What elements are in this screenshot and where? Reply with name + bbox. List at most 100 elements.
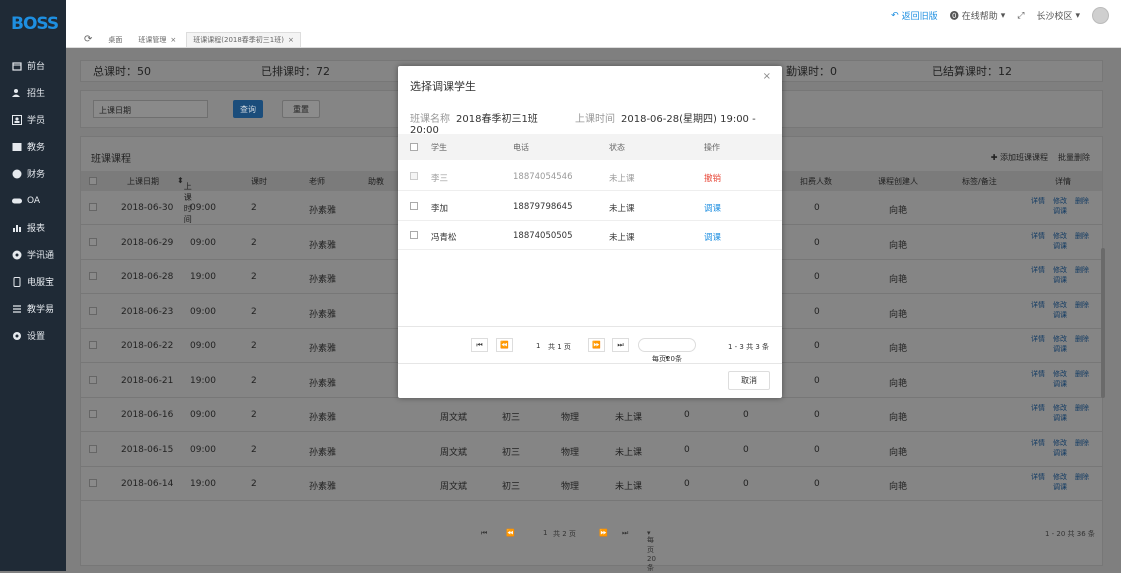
first-page-icon[interactable]: ⏮	[471, 338, 488, 352]
edit-link[interactable]: 修改	[1053, 196, 1067, 206]
edit-link[interactable]: 修改	[1053, 334, 1067, 344]
detail-link[interactable]: 详情	[1031, 334, 1045, 344]
adjust-link[interactable]: 调课	[1053, 275, 1067, 285]
date-input[interactable]: 上课日期	[93, 100, 208, 118]
row-checkbox[interactable]	[89, 410, 97, 418]
next-page-icon[interactable]: ⏩	[588, 338, 605, 352]
adjust-link[interactable]: 调课	[704, 202, 721, 214]
cancel-button[interactable]: 取消	[728, 371, 770, 390]
last-page-icon[interactable]: ⏭	[612, 338, 629, 352]
edit-link[interactable]: 修改	[1053, 265, 1067, 275]
edit-link[interactable]: 修改	[1053, 438, 1067, 448]
sidebar-item-dianfubao[interactable]: 电服宝	[0, 268, 66, 295]
sidebar-item-reports[interactable]: 报表	[0, 214, 66, 241]
detail-link[interactable]: 详情	[1031, 403, 1045, 413]
tab-class-courses[interactable]: 班课课程(2018春季初三1班) ×	[186, 32, 301, 47]
row-checkbox[interactable]	[89, 341, 97, 349]
student-status: 未上课	[609, 204, 635, 214]
adjust-link[interactable]: 调课	[1053, 310, 1067, 320]
add-course-button[interactable]: ✚ 添加班课课程	[991, 152, 1048, 163]
row-checkbox[interactable]	[410, 202, 418, 210]
edit-link[interactable]: 修改	[1053, 300, 1067, 310]
delete-link[interactable]: 删除	[1075, 403, 1089, 413]
avatar[interactable]	[1092, 7, 1109, 24]
first-page-icon[interactable]: ⏮	[481, 529, 487, 538]
delete-link[interactable]: 删除	[1075, 300, 1089, 310]
row-checkbox[interactable]	[89, 306, 97, 315]
edit-link[interactable]: 修改	[1053, 231, 1067, 241]
sidebar-item-enroll[interactable]: 招生	[0, 79, 66, 106]
sidebar-item-label: 教学易	[27, 305, 55, 315]
row-checkbox[interactable]	[89, 237, 97, 246]
page-number[interactable]: 1	[543, 529, 547, 537]
adjust-link[interactable]: 调课	[1053, 379, 1067, 389]
delete-link[interactable]: 删除	[1075, 265, 1089, 275]
sidebar-item-frontdesk[interactable]: 前台	[0, 52, 66, 79]
row-checkbox[interactable]	[89, 444, 97, 453]
detail-link[interactable]: 详情	[1031, 265, 1045, 275]
tab-desktop[interactable]: 桌面	[102, 33, 128, 47]
per-page-select[interactable]: 每页20条 ▾	[647, 529, 656, 572]
detail-link[interactable]: 详情	[1031, 472, 1045, 482]
modal-select-all-checkbox[interactable]	[410, 143, 418, 151]
sidebar-item-xuexuntong[interactable]: 学讯通	[0, 241, 66, 268]
delete-link[interactable]: 删除	[1075, 438, 1089, 448]
adjust-link[interactable]: 调课	[704, 231, 721, 243]
per-page-select[interactable]: 每页20条 ▾	[638, 338, 696, 363]
detail-link[interactable]: 详情	[1031, 196, 1045, 206]
detail-link[interactable]: 详情	[1031, 438, 1045, 448]
refresh-icon[interactable]: ⟳	[78, 32, 98, 47]
adjust-link[interactable]: 调课	[1053, 413, 1067, 423]
row-checkbox[interactable]	[89, 479, 97, 487]
adjust-link[interactable]: 调课	[1053, 344, 1067, 354]
batch-delete-button[interactable]: 批量删除	[1058, 152, 1090, 163]
adjust-link[interactable]: 调课	[1053, 206, 1067, 216]
edit-link[interactable]: 修改	[1053, 369, 1067, 379]
row-checkbox[interactable]	[89, 203, 97, 211]
adjust-link[interactable]: 调课	[1053, 241, 1067, 251]
edit-link[interactable]: 修改	[1053, 472, 1067, 482]
close-icon[interactable]: ×	[763, 71, 771, 82]
revoke-link[interactable]: 撤销	[704, 172, 721, 184]
query-button[interactable]: 查询	[233, 100, 263, 118]
header-time[interactable]: ⬍ 上课时间	[177, 176, 192, 224]
cell-teacher: 孙素雅	[309, 378, 337, 389]
prev-page-icon[interactable]: ⏪	[506, 529, 515, 537]
next-page-icon[interactable]: ⏩	[599, 529, 608, 537]
delete-link[interactable]: 删除	[1075, 231, 1089, 241]
online-help-menu[interactable]: ⓿ 在线帮助 ▾	[950, 9, 1006, 23]
sidebar-item-label: 报表	[27, 224, 46, 234]
adjust-link[interactable]: 调课	[1053, 482, 1067, 492]
close-icon[interactable]: ×	[170, 36, 176, 44]
sidebar-item-jiaoxueyi[interactable]: 教学易	[0, 295, 66, 322]
detail-link[interactable]: 详情	[1031, 300, 1045, 310]
adjust-link[interactable]: 调课	[1053, 448, 1067, 458]
reset-button[interactable]: 重置	[282, 100, 320, 118]
delete-link[interactable]: 删除	[1075, 369, 1089, 379]
row-checkbox[interactable]	[410, 231, 418, 239]
prev-page-icon[interactable]: ⏪	[496, 338, 513, 352]
close-icon[interactable]: ×	[288, 36, 294, 44]
edit-link[interactable]: 修改	[1053, 403, 1067, 413]
row-checkbox[interactable]	[89, 375, 97, 384]
delete-link[interactable]: 删除	[1075, 334, 1089, 344]
sidebar-item-students[interactable]: 学员	[0, 106, 66, 133]
sidebar-item-academic[interactable]: 教务	[0, 133, 66, 160]
detail-link[interactable]: 详情	[1031, 231, 1045, 241]
page-number[interactable]: 1	[536, 342, 540, 350]
fullscreen-icon[interactable]: ⤢	[1017, 11, 1024, 21]
scrollbar[interactable]	[1101, 248, 1105, 398]
total-hours: 总课时：50	[93, 65, 151, 78]
campus-menu[interactable]: 长沙校区 ▾	[1036, 9, 1080, 23]
detail-link[interactable]: 详情	[1031, 369, 1045, 379]
tab-class-management[interactable]: 班课管理 ×	[132, 33, 182, 47]
row-checkbox[interactable]	[89, 272, 97, 280]
delete-link[interactable]: 删除	[1075, 472, 1089, 482]
last-page-icon[interactable]: ⏭	[622, 529, 628, 538]
back-to-old-link[interactable]: ↶ 返回旧版	[891, 9, 938, 23]
delete-link[interactable]: 删除	[1075, 196, 1089, 206]
sidebar-item-finance[interactable]: 财务	[0, 160, 66, 187]
sidebar-item-settings[interactable]: 设置	[0, 322, 66, 349]
sidebar-item-oa[interactable]: OA	[0, 187, 66, 214]
select-all-checkbox[interactable]	[89, 177, 97, 185]
